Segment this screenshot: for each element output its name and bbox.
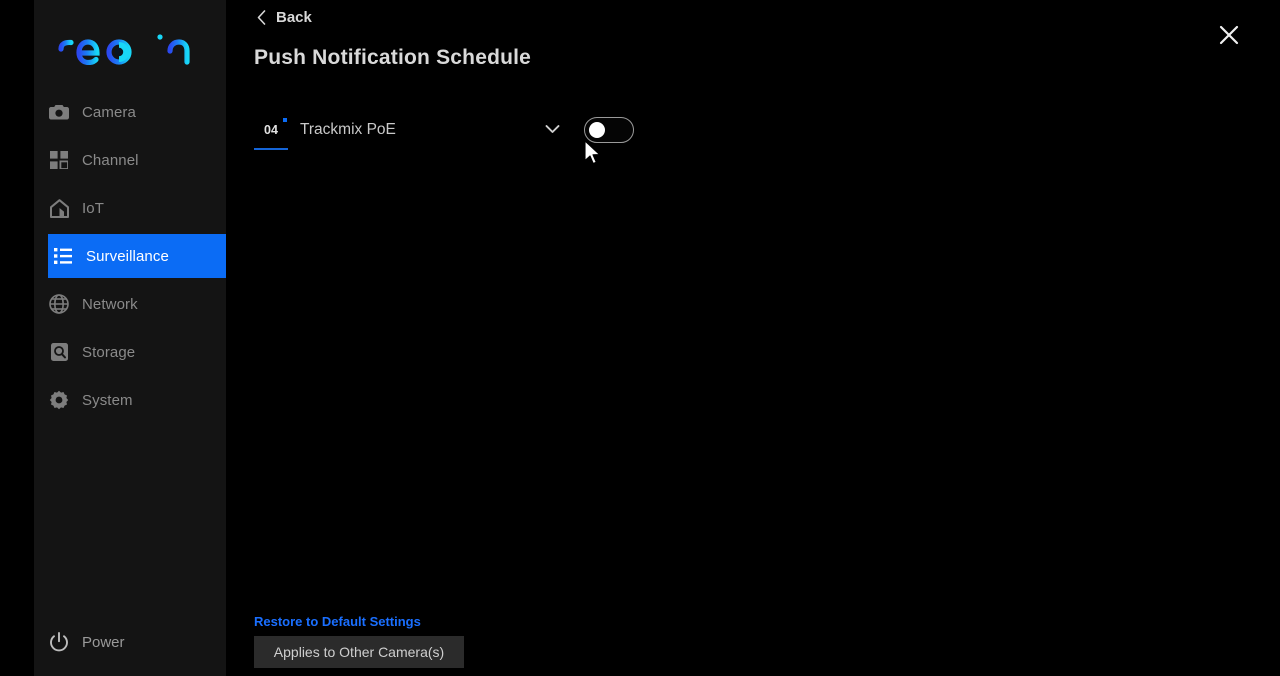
channel-badge: 04 xyxy=(254,116,288,150)
camera-selector-row: 04 Trackmix PoE xyxy=(254,110,634,150)
sidebar-item-storage[interactable]: Storage xyxy=(34,330,226,374)
push-notification-toggle[interactable] xyxy=(584,117,634,143)
gear-icon xyxy=(48,389,70,411)
back-button[interactable]: Back xyxy=(254,8,312,26)
channel-number: 04 xyxy=(264,122,278,137)
sidebar-item-label: Network xyxy=(82,295,138,313)
toggle-knob xyxy=(589,121,605,138)
channel-underline xyxy=(254,148,288,150)
channel-status-dot xyxy=(283,118,287,122)
close-icon xyxy=(1218,24,1240,51)
grid-icon xyxy=(48,149,70,171)
home-icon xyxy=(48,197,70,219)
power-icon xyxy=(48,631,70,653)
sidebar: Camera Channel IoT Surveillance Network … xyxy=(34,0,226,676)
main-content: Back Push Notification Schedule 04 Track… xyxy=(226,0,1280,676)
sidebar-item-iot[interactable]: IoT xyxy=(34,186,226,230)
sidebar-item-label: System xyxy=(82,391,133,409)
chevron-left-icon xyxy=(254,8,268,26)
sidebar-item-label: Surveillance xyxy=(86,247,169,265)
camera-icon xyxy=(48,101,70,123)
settings-window: Camera Channel IoT Surveillance Network … xyxy=(0,0,1280,676)
sidebar-item-system[interactable]: System xyxy=(34,378,226,422)
sidebar-item-label: Camera xyxy=(82,103,136,121)
back-label: Back xyxy=(276,8,312,26)
restore-default-settings-link[interactable]: Restore to Default Settings xyxy=(254,614,421,629)
camera-dropdown-button[interactable] xyxy=(542,120,562,140)
list-icon xyxy=(52,245,74,267)
page-title: Push Notification Schedule xyxy=(254,46,532,69)
sidebar-item-network[interactable]: Network xyxy=(34,282,226,326)
sidebar-item-label: IoT xyxy=(82,199,104,217)
sidebar-item-label: Power xyxy=(82,633,125,651)
sidebar-item-camera[interactable]: Camera xyxy=(34,90,226,134)
sidebar-item-power[interactable]: Power xyxy=(48,620,125,664)
sidebar-item-channel[interactable]: Channel xyxy=(34,138,226,182)
camera-name-label: Trackmix PoE xyxy=(300,121,396,138)
applies-to-other-cameras-button[interactable]: Applies to Other Camera(s) xyxy=(254,636,464,668)
sidebar-item-label: Storage xyxy=(82,343,136,361)
chevron-down-icon xyxy=(545,121,560,139)
sidebar-item-label: Channel xyxy=(82,151,139,169)
sidebar-item-surveillance[interactable]: Surveillance xyxy=(48,234,226,278)
hard-drive-icon xyxy=(48,341,70,363)
close-button[interactable] xyxy=(1216,24,1242,50)
globe-icon xyxy=(48,293,70,315)
reolink-logo xyxy=(56,28,196,68)
sidebar-nav: Camera Channel IoT Surveillance Network … xyxy=(34,90,226,426)
